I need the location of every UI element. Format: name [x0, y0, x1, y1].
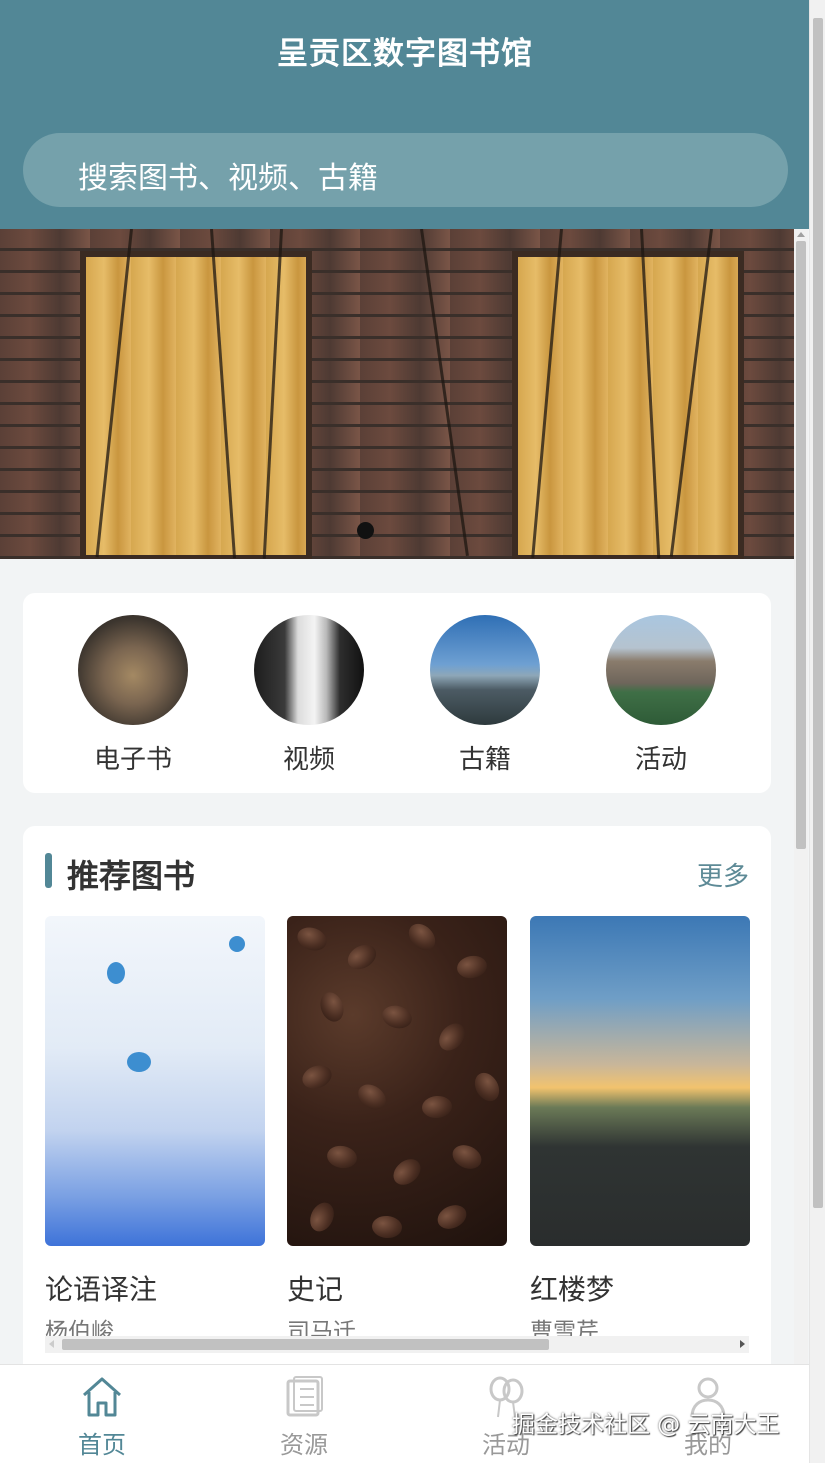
book-item[interactable]: 论语译注 杨伯峻 [45, 916, 265, 1346]
coffee-bean-shape [455, 953, 489, 981]
coffee-bean-shape [294, 923, 330, 955]
coffee-bean-shape [421, 1094, 453, 1120]
coffee-beans-cover [287, 916, 507, 1246]
coffee-bean-shape [469, 1068, 505, 1106]
category-video[interactable]: 视频 [244, 615, 374, 776]
book-item[interactable]: 红楼梦 曹雪芹 [530, 916, 750, 1346]
more-link[interactable]: 更多 [697, 856, 749, 893]
coffee-bean-shape [371, 1214, 403, 1240]
banner-vine [420, 229, 469, 556]
road-sunset-cover [530, 916, 750, 1246]
tab-resources[interactable]: 资源 [244, 1373, 364, 1460]
coffee-bean-shape [316, 989, 348, 1025]
scroll-left-arrow-icon[interactable] [49, 1340, 54, 1348]
coffee-bean-shape [379, 1002, 415, 1032]
scrollbar-thumb[interactable] [62, 1339, 549, 1350]
search-input[interactable]: 搜索图书、视频、古籍 [23, 133, 788, 207]
book-item[interactable]: 史记 司马迁 [287, 916, 507, 1346]
coffee-bean-shape [343, 939, 381, 975]
category-label: 视频 [282, 745, 335, 775]
window-vertical-scrollbar[interactable] [809, 0, 825, 1463]
tab-label: 首页 [78, 1431, 126, 1459]
scrollbar-thumb[interactable] [796, 241, 806, 849]
category-activity[interactable]: 活动 [596, 615, 726, 776]
jellyfish-cover [45, 916, 265, 1246]
books-horizontal-scrollbar[interactable] [45, 1336, 749, 1353]
scroll-up-arrow-icon[interactable] [797, 232, 805, 237]
jellyfish-shape [229, 936, 245, 952]
coffee-bean-shape [299, 1061, 335, 1093]
activity-castle-image [606, 615, 716, 725]
section-title: 推荐图书 [67, 857, 196, 895]
home-icon [83, 1377, 121, 1417]
coffee-bean-shape [433, 1200, 471, 1234]
video-waterfall-image [254, 615, 364, 725]
page-title: 呈贡区数字图书馆 [277, 36, 533, 72]
carousel-indicator-dot[interactable] [357, 522, 374, 539]
app-header: 呈贡区数字图书馆 搜索图书、视频、古籍 [0, 0, 810, 229]
content-vertical-scrollbar[interactable] [794, 229, 808, 1364]
category-label: 古籍 [458, 745, 511, 775]
ebook-lion-image [78, 615, 188, 725]
tab-home[interactable]: 首页 [42, 1373, 162, 1460]
coffee-bean-shape [448, 1140, 486, 1174]
section-accent-bar [45, 853, 52, 888]
window-scrollbar-thumb[interactable] [813, 18, 823, 1208]
scroll-right-arrow-icon[interactable] [740, 1340, 745, 1348]
book-title: 史记 [287, 1273, 344, 1306]
jellyfish-shape [107, 962, 125, 984]
category-label: 电子书 [93, 745, 172, 775]
watermark-text: 掘金技术社区 @ 云南大王 [512, 1412, 780, 1438]
coffee-bean-shape [353, 1079, 391, 1115]
jellyfish-shape [127, 1052, 151, 1072]
tab-label: 资源 [280, 1431, 328, 1459]
resource-icon [286, 1376, 323, 1417]
book-title: 红楼梦 [530, 1273, 615, 1306]
book-title: 论语译注 [45, 1273, 158, 1306]
category-label: 活动 [634, 745, 687, 775]
coffee-bean-shape [388, 1153, 426, 1191]
category-ancient[interactable]: 古籍 [420, 615, 550, 776]
coffee-bean-shape [403, 918, 441, 956]
coffee-bean-shape [305, 1198, 339, 1236]
banner-carousel[interactable] [0, 229, 794, 559]
search-placeholder: 搜索图书、视频、古籍 [78, 161, 378, 196]
category-card: 电子书 视频 古籍 活动 [23, 593, 771, 793]
ancient-mountain-image [430, 615, 540, 725]
recommend-books-card: 推荐图书 更多 论语译注 杨伯峻 史记 司马迁 红楼梦 曹雪芹 [23, 826, 771, 1366]
coffee-bean-shape [325, 1143, 359, 1171]
coffee-bean-shape [433, 1018, 471, 1056]
category-ebook[interactable]: 电子书 [68, 615, 198, 776]
